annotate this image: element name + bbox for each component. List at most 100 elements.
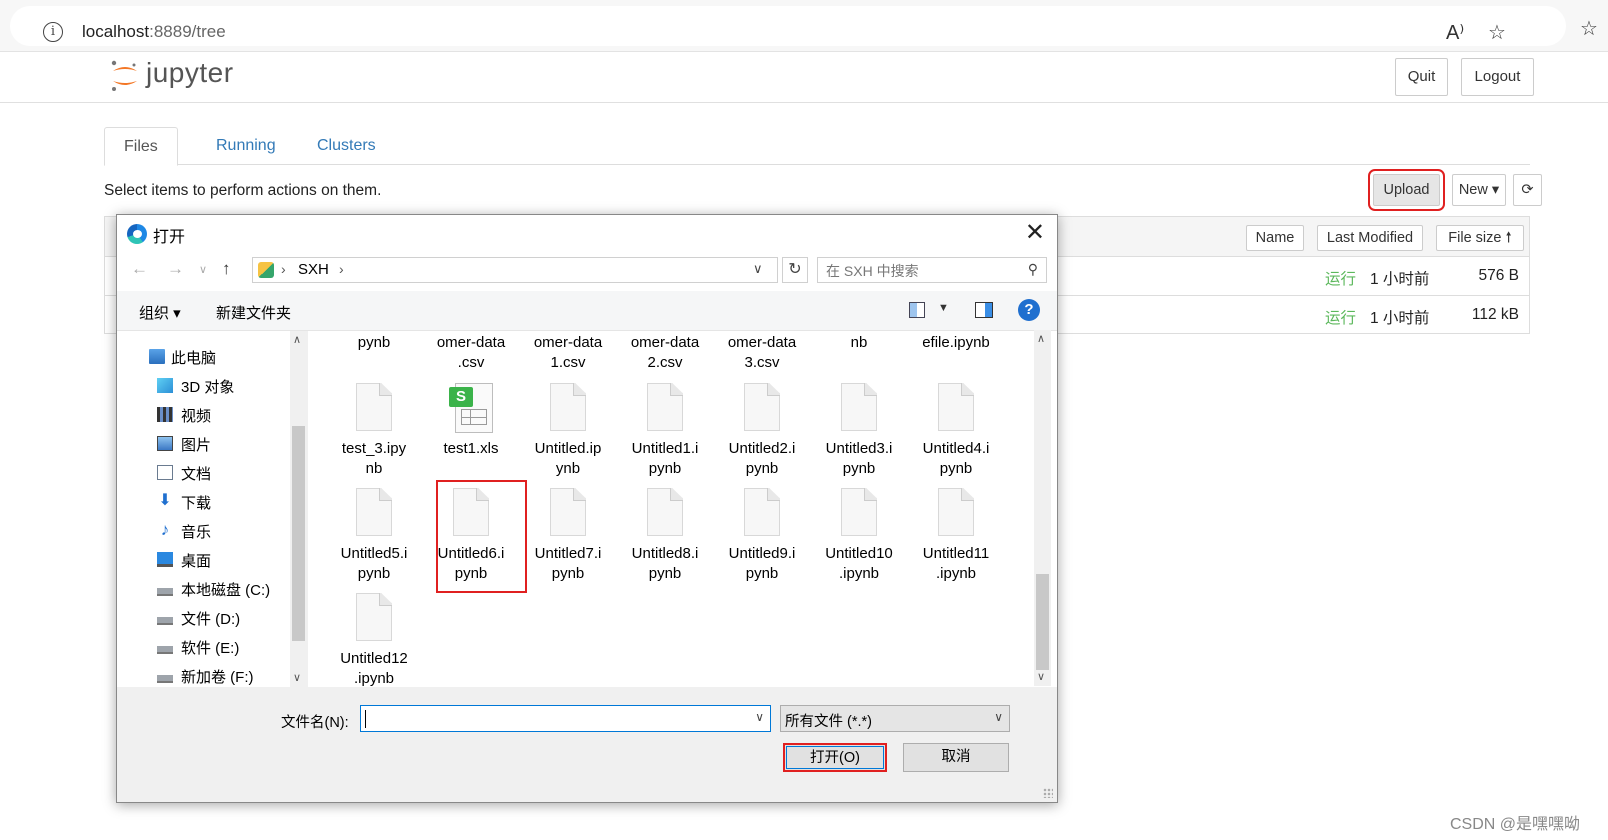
preview-pane-icon[interactable] [975, 302, 993, 318]
sort-size-button[interactable]: File size 🠕 [1436, 225, 1524, 251]
file-item[interactable]: Untitled9.i pynb [714, 488, 810, 584]
file-icon [356, 383, 392, 431]
sort-modified-button[interactable]: Last Modified [1317, 225, 1423, 251]
chevron-down-icon[interactable]: ∨ [753, 261, 763, 277]
resize-grip-icon[interactable] [1043, 788, 1053, 798]
url-text[interactable]: localhost:8889/tree [82, 22, 226, 42]
organize-menu[interactable]: 组织 ▾ [139, 302, 181, 323]
file-icon [356, 593, 392, 641]
nav-item-drive-d[interactable]: 文件 (D:) [117, 603, 289, 632]
dialog-title: 打开 [153, 229, 186, 246]
file-item[interactable]: Untitled8.i pynb [617, 488, 713, 584]
chevron-right-icon[interactable]: › [339, 261, 344, 277]
quit-button[interactable]: Quit [1395, 58, 1448, 96]
search-icon[interactable]: ⚲ [1028, 261, 1038, 278]
file-size: 112 kB [1471, 306, 1519, 323]
file-item[interactable]: Untitled2.i pynb [714, 383, 810, 479]
help-icon[interactable]: ? [1018, 299, 1040, 321]
refresh-icon[interactable]: ↻ [782, 257, 808, 283]
nav-item-desktop[interactable]: 桌面 [117, 545, 289, 574]
jupyter-logo-icon[interactable] [110, 59, 140, 93]
forward-arrow-icon[interactable]: → [167, 259, 184, 279]
tab-running[interactable]: Running [197, 127, 295, 166]
view-dropdown-icon[interactable]: ▼ [938, 302, 949, 314]
file-item[interactable]: omer-data 3.csv [714, 333, 810, 373]
nav-item-drive-c[interactable]: 本地磁盘 (C:) [117, 574, 289, 603]
file-item[interactable]: test_3.ipy nb [326, 383, 422, 479]
instruction-text: Select items to perform actions on them. [104, 182, 382, 199]
filetype-select[interactable]: 所有文件 (*.*) ∨ [780, 705, 1010, 732]
nav-item-pictures[interactable]: 图片 [117, 429, 289, 458]
recent-chevron-icon[interactable]: ∨ [199, 263, 207, 276]
download-icon: ⬇ [158, 492, 172, 509]
cancel-button[interactable]: 取消 [903, 743, 1009, 772]
new-dropdown-button[interactable]: New ▾ [1452, 174, 1506, 206]
favorite-star-icon[interactable]: ☆ [1488, 20, 1506, 45]
up-arrow-icon[interactable]: ↑ [222, 259, 231, 279]
back-arrow-icon[interactable]: ← [131, 259, 148, 279]
chevron-down-icon[interactable]: ∨ [994, 710, 1003, 724]
upload-button[interactable]: Upload [1368, 169, 1445, 211]
chevron-right-icon[interactable]: › [281, 261, 286, 277]
file-item[interactable]: Untitled11 .ipynb [908, 488, 1004, 584]
nav-item-drive-f[interactable]: 新加卷 (F:) [117, 661, 289, 690]
file-pane: pynb omer-data .csv omer-data 1.csv omer… [308, 331, 1057, 687]
tab-clusters[interactable]: Clusters [298, 127, 395, 166]
file-icon [938, 383, 974, 431]
sort-name-button[interactable]: Name [1246, 225, 1304, 251]
jupyter-logo-text[interactable]: jupyter [146, 57, 234, 89]
address-bar[interactable]: i localhost:8889/tree A⁾ ☆ [10, 6, 1566, 46]
scroll-up-icon[interactable]: ∧ [293, 333, 301, 346]
logout-button[interactable]: Logout [1461, 58, 1534, 96]
nav-item-drive-e[interactable]: 软件 (E:) [117, 632, 289, 661]
edge-browser-icon [127, 224, 147, 244]
search-input[interactable]: 在 SXH 中搜索 ⚲ [817, 257, 1047, 283]
open-button[interactable]: 打开(O) [783, 743, 887, 772]
refresh-button[interactable]: ⟳ [1513, 174, 1542, 206]
file-item[interactable]: Untitled7.i pynb [520, 488, 616, 584]
nav-item-documents[interactable]: 文档 [117, 458, 289, 487]
file-item[interactable]: nb [811, 333, 907, 353]
scroll-down-icon[interactable]: ∨ [1037, 670, 1045, 683]
file-item[interactable]: Untitled4.i pynb [908, 383, 1004, 479]
file-item[interactable]: Untitled.ip ynb [520, 383, 616, 479]
nav-item-this-pc[interactable]: 此电脑 [117, 342, 289, 371]
scroll-down-icon[interactable]: ∨ [293, 671, 301, 684]
nav-scrollbar[interactable]: ∧ ∨ [290, 331, 307, 687]
path-breadcrumb[interactable]: › SXH › ∨ [252, 257, 778, 283]
file-item[interactable]: Untitled5.i pynb [326, 488, 422, 584]
new-folder-button[interactable]: 新建文件夹 [216, 302, 291, 323]
file-item[interactable]: Stest1.xls [423, 383, 519, 459]
scroll-thumb[interactable] [292, 426, 305, 641]
file-item[interactable]: efile.ipynb [908, 333, 1004, 353]
file-item[interactable]: Untitled10 .ipynb [811, 488, 907, 584]
nav-item-music[interactable]: ♪ 音乐 [117, 516, 289, 545]
file-item[interactable]: pynb [326, 333, 422, 353]
nav-item-downloads[interactable]: ⬇ 下载 [117, 487, 289, 516]
tab-files[interactable]: Files [104, 127, 178, 166]
browser-toolbar: i localhost:8889/tree A⁾ ☆ ☆ [0, 0, 1608, 52]
video-icon [157, 407, 173, 422]
navigation-pane: 此电脑 3D 对象 视频 图片 文档 ⬇ 下载 ♪ 音乐 桌面 本地磁盘 (C:… [117, 331, 307, 687]
file-item[interactable]: omer-data 1.csv [520, 333, 616, 373]
chevron-down-icon[interactable]: ∨ [755, 710, 764, 724]
view-mode-icon[interactable] [909, 302, 925, 318]
file-item[interactable]: Untitled3.i pynb [811, 383, 907, 479]
scroll-thumb[interactable] [1036, 574, 1049, 670]
scroll-up-icon[interactable]: ∧ [1037, 332, 1045, 345]
path-segment[interactable]: SXH [298, 261, 329, 278]
filename-input[interactable]: ∨ [360, 705, 771, 732]
file-item[interactable]: Untitled12 .ipynb [326, 593, 422, 687]
refresh-icon: ⟳ [1521, 182, 1534, 198]
favorites-icon[interactable]: ☆ [1580, 16, 1598, 41]
file-item[interactable]: Untitled1.i pynb [617, 383, 713, 479]
nav-item-videos[interactable]: 视频 [117, 400, 289, 429]
read-aloud-icon[interactable]: A⁾ [1446, 20, 1464, 45]
search-placeholder: 在 SXH 中搜索 [826, 263, 919, 279]
file-item[interactable]: omer-data .csv [423, 333, 519, 373]
site-info-icon[interactable]: i [43, 22, 63, 42]
file-item[interactable]: omer-data 2.csv [617, 333, 713, 373]
close-icon[interactable]: ✕ [1025, 218, 1045, 247]
file-scrollbar[interactable]: ∧ ∨ [1034, 330, 1051, 686]
nav-item-3d-objects[interactable]: 3D 对象 [117, 371, 289, 400]
